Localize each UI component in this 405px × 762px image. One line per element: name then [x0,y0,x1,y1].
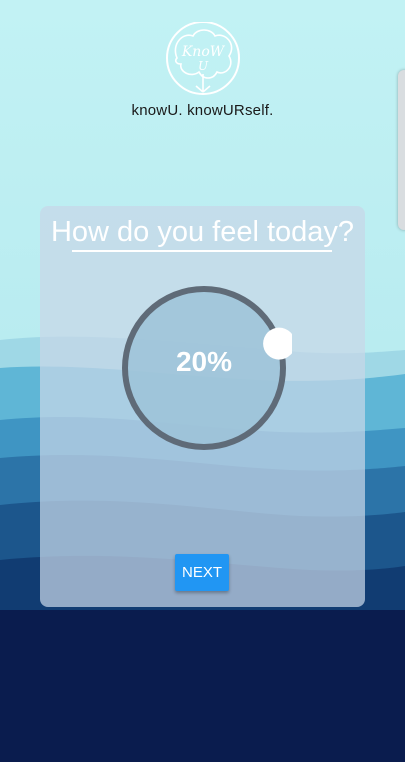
mood-percentage: 20% [175,346,233,377]
question-underline [72,250,332,252]
app-tagline: knowU. knowURself. [131,102,274,119]
edge-panel-handle[interactable] [398,70,405,230]
mood-card: How do you feel today? 20% NEXT [40,206,365,607]
svg-text:KnoW: KnoW [181,44,226,60]
brain-logo-icon: KnoW U [166,22,240,95]
svg-text:U: U [198,59,209,73]
next-button[interactable]: NEXT [175,554,229,591]
mood-question: How do you feel today? [50,216,355,248]
